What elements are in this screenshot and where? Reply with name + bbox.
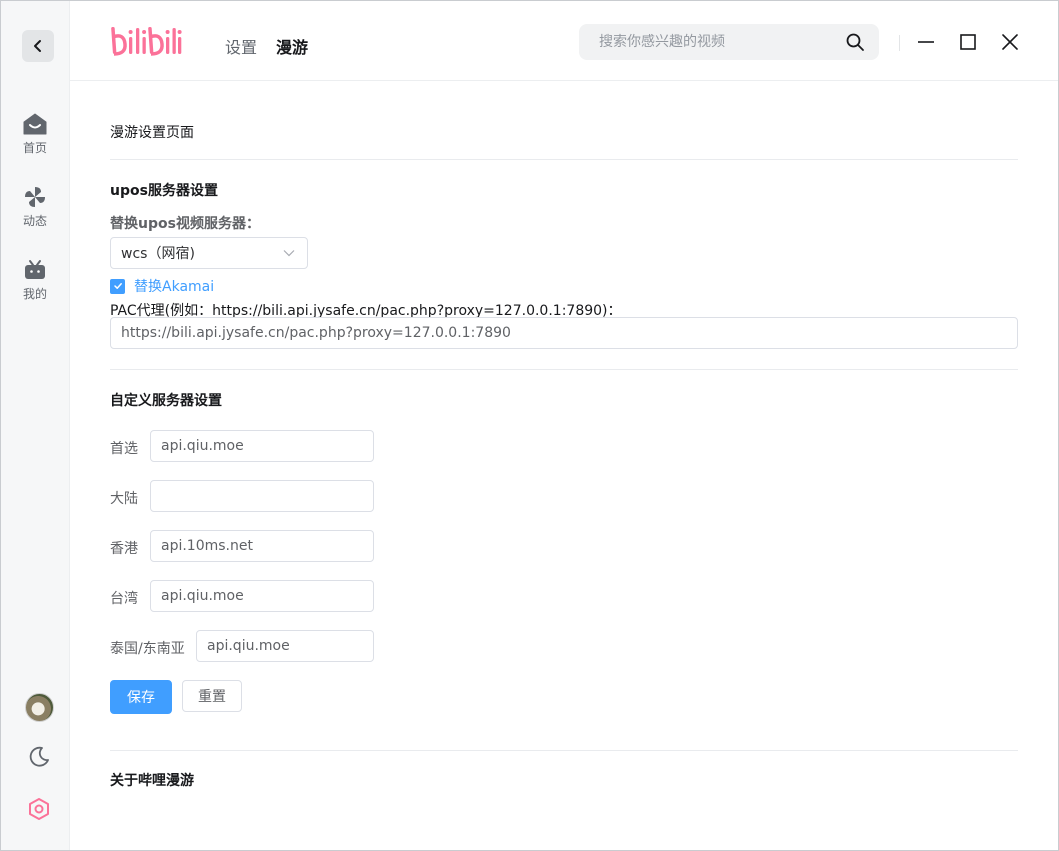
top-bar: 设置 漫游 <box>70 1 1058 81</box>
sidebar-item-label: 首页 <box>22 141 47 155</box>
divider <box>110 159 1018 160</box>
server-input-mainland[interactable] <box>150 480 374 512</box>
close-icon <box>1002 34 1018 50</box>
checkmark-icon <box>113 283 122 289</box>
about-section-title: 关于哔哩漫游 <box>110 773 194 789</box>
sidebar-item-label: 我的 <box>22 287 47 301</box>
avatar[interactable] <box>25 693 54 722</box>
minimize-icon <box>918 41 934 43</box>
divider <box>110 369 1018 370</box>
minimize-button[interactable] <box>916 32 936 52</box>
sidebar-item-label: 动态 <box>22 214 47 228</box>
server-label-preferred: 首选 <box>110 441 138 457</box>
tab-roaming[interactable]: 漫游 <box>276 34 308 58</box>
upos-replace-label: 替换upos视频服务器： <box>110 216 260 232</box>
back-button[interactable] <box>22 30 54 62</box>
server-label-taiwan: 台湾 <box>110 591 138 607</box>
bilibili-logo-image <box>111 26 182 56</box>
tv-icon <box>25 260 45 279</box>
server-label-hongkong: 香港 <box>110 541 138 557</box>
upos-server-select[interactable]: wcs（网宿) <box>110 237 308 269</box>
theme-toggle-button[interactable] <box>25 743 52 770</box>
search-icon[interactable] <box>845 32 865 52</box>
divider <box>110 750 1018 751</box>
sidebar: 首页 动态 我的 <box>1 1 70 850</box>
chevron-left-icon <box>34 40 41 52</box>
reset-button[interactable]: 重置 <box>182 680 242 712</box>
custom-section-title: 自定义服务器设置 <box>110 393 222 409</box>
app-window: 首页 动态 我的 设置 漫游 搜索你感兴趣的视频 漫游设置页面 upos服务器设… <box>0 0 1059 851</box>
close-button[interactable] <box>1000 32 1020 52</box>
search-box <box>579 24 879 60</box>
home-icon <box>23 113 47 135</box>
sidebar-item-dynamic[interactable]: 动态 <box>1 186 69 242</box>
tab-settings[interactable]: 设置 <box>225 34 257 58</box>
save-button[interactable]: 保存 <box>110 680 172 714</box>
bilibili-logo[interactable] <box>110 23 182 65</box>
akamai-checkbox[interactable] <box>110 278 125 294</box>
sidebar-item-home[interactable]: 首页 <box>1 113 69 169</box>
maximize-button[interactable] <box>958 32 978 52</box>
sidebar-item-mine[interactable]: 我的 <box>1 259 69 315</box>
akamai-checkbox-label[interactable]: 替换Akamai <box>134 276 214 296</box>
pinwheel-icon <box>25 187 45 207</box>
maximize-icon <box>960 34 976 50</box>
server-label-thailand-sea: 泰国/东南亚 <box>110 641 185 657</box>
settings-button[interactable] <box>25 795 52 822</box>
settings-hexagon-icon <box>28 797 49 820</box>
pac-proxy-input[interactable] <box>110 317 1018 349</box>
server-input-hongkong[interactable] <box>150 530 374 562</box>
search-input[interactable] <box>597 33 845 51</box>
server-input-taiwan[interactable] <box>150 580 374 612</box>
server-input-preferred[interactable] <box>150 430 374 462</box>
page-title: 漫游设置页面 <box>110 125 194 141</box>
moon-icon <box>29 746 49 767</box>
header-divider <box>899 35 900 51</box>
upos-section-title: upos服务器设置 <box>110 183 218 199</box>
server-input-thailand-sea[interactable] <box>196 630 374 662</box>
select-value: wcs（网宿) <box>121 246 195 262</box>
server-label-mainland: 大陆 <box>110 491 138 507</box>
akamai-checkbox-row[interactable]: 替换Akamai <box>110 276 214 296</box>
chevron-down-icon <box>283 250 295 257</box>
